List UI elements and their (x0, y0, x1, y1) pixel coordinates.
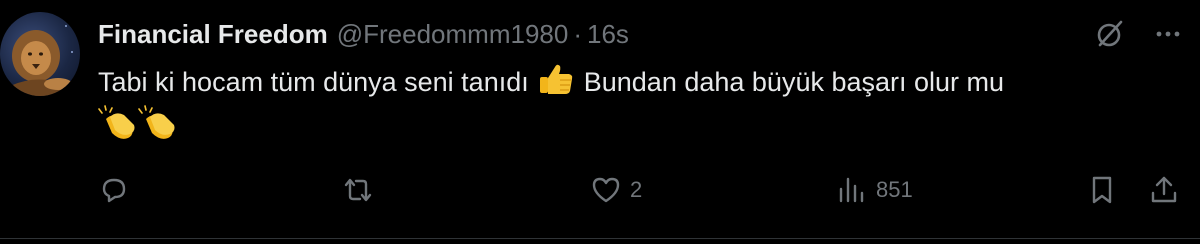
tweet-header: Financial Freedom @Freedommm1980 · 16s (98, 18, 629, 50)
like-button[interactable]: 2 (590, 170, 642, 210)
lion-avatar-image (7, 21, 76, 96)
views-button[interactable]: 851 (836, 170, 913, 210)
tweet-text-part1: Tabi ki hocam tüm dünya seni tanıdı (98, 67, 537, 97)
divider (0, 238, 1200, 239)
reply-icon (102, 178, 126, 203)
display-name[interactable]: Financial Freedom (98, 19, 328, 50)
separator-dot: · (573, 18, 582, 49)
view-count: 851 (876, 177, 913, 202)
thumbs-up-emoji-icon (536, 61, 576, 97)
like-count: 2 (630, 177, 643, 202)
tweet-text: Tabi ki hocam tüm dünya seni tanıdı Bund… (98, 60, 1178, 148)
heart-icon (592, 177, 620, 203)
bookmark-icon (1092, 176, 1112, 204)
share-button[interactable] (1148, 170, 1180, 210)
avatar[interactable] (0, 12, 80, 96)
reply-button[interactable] (98, 170, 138, 210)
grok-icon (1097, 20, 1123, 47)
clapping-hands-emoji-icon (98, 105, 138, 141)
tweet[interactable]: Financial Freedom @Freedommm1980 · 16s T… (0, 0, 1200, 240)
bookmark-button[interactable] (1086, 170, 1118, 210)
share-icon (1151, 176, 1177, 203)
more-icon (1156, 31, 1180, 37)
retweet-button[interactable] (342, 170, 382, 210)
clapping-hands-emoji-icon (138, 105, 178, 141)
tweet-text-part2: Bundan daha büyük başarı olur mu (576, 67, 1005, 97)
retweet-icon (344, 178, 372, 202)
action-bar: 2 851 (98, 170, 1188, 210)
views-icon (839, 177, 864, 203)
timestamp[interactable]: 16s (587, 19, 629, 50)
more-button[interactable] (1152, 18, 1184, 50)
top-actions (1094, 18, 1184, 50)
user-handle[interactable]: @Freedommm1980 (337, 19, 569, 50)
grok-button[interactable] (1094, 18, 1126, 50)
